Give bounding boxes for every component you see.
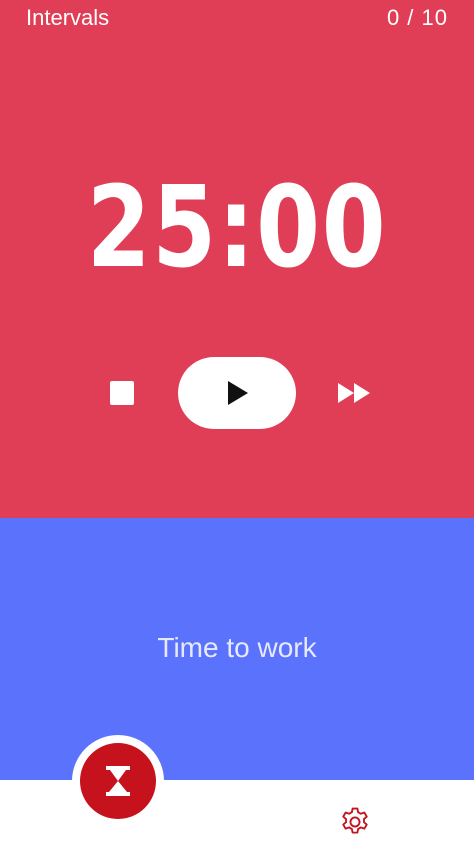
- phase-label: Time to work: [157, 632, 317, 663]
- countdown-display: 25:00: [86, 163, 388, 293]
- hourglass-icon: [106, 766, 130, 796]
- timer-controls: [0, 355, 474, 430]
- interval-counter: 0 / 10: [386, 5, 448, 30]
- timer-panel: Intervals 0 / 10 25:00: [0, 0, 474, 518]
- app-root: Intervals 0 / 10 25:00 Time to work: [0, 0, 474, 860]
- play-button[interactable]: [178, 357, 296, 429]
- fast-forward-icon: [338, 383, 370, 403]
- timer-tab-button[interactable]: [80, 743, 156, 819]
- gear-icon: [342, 807, 368, 834]
- play-icon: [228, 381, 248, 405]
- phase-panel: Time to work: [0, 518, 474, 780]
- stop-button[interactable]: [110, 381, 134, 405]
- settings-button[interactable]: [338, 805, 372, 839]
- app-title: Intervals: [26, 5, 110, 30]
- bottom-nav: [0, 780, 474, 860]
- skip-button[interactable]: [336, 381, 374, 405]
